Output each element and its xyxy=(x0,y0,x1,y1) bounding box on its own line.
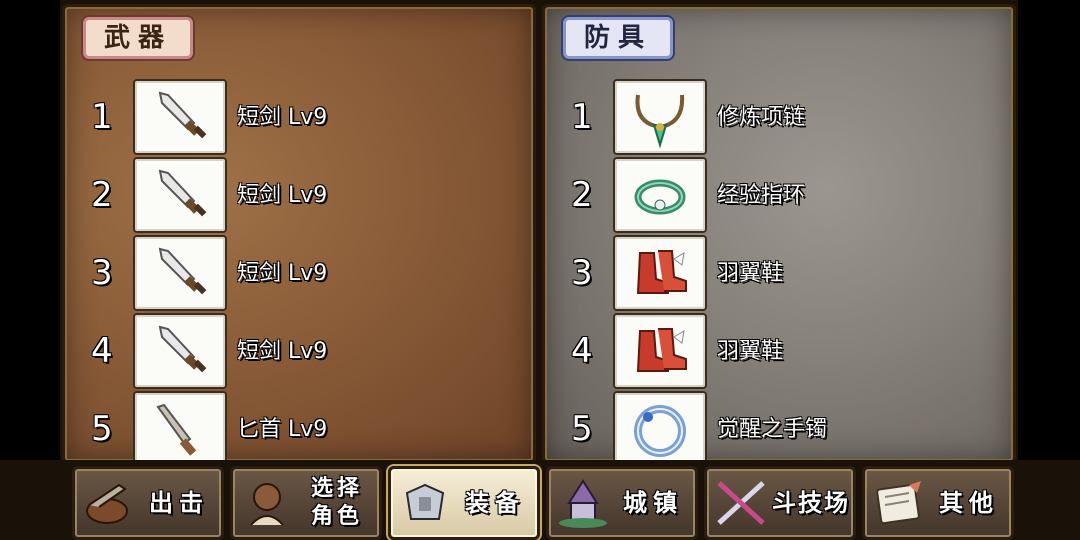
necklace-icon xyxy=(613,79,707,155)
equipment-icon xyxy=(405,483,445,520)
weapons-panel: 武器 1 短剑 Lv9 2 短剑 Lv9 3 短剑 Lv9 4 短剑 Lv9 5… xyxy=(62,4,536,464)
slot-number: 2 xyxy=(91,175,113,215)
bracelet-icon xyxy=(613,391,707,461)
short-sword-icon xyxy=(133,79,227,155)
armor-slot-2[interactable]: 2 经验指环 xyxy=(545,157,1013,233)
sortie-icon xyxy=(86,483,128,524)
ring-icon xyxy=(613,157,707,233)
short-sword-icon xyxy=(133,313,227,389)
slot-number: 1 xyxy=(91,97,113,137)
weapon-slot-3[interactable]: 3 短剑 Lv9 xyxy=(65,235,533,311)
game-screen: 武器 1 短剑 Lv9 2 短剑 Lv9 3 短剑 Lv9 4 短剑 Lv9 5… xyxy=(0,0,1080,540)
item-label: 短剑 Lv9 xyxy=(237,105,328,130)
item-label: 匕首 Lv9 xyxy=(237,417,328,442)
short-sword-icon xyxy=(133,157,227,233)
item-label: 短剑 Lv9 xyxy=(237,339,328,364)
arena-icon xyxy=(717,481,765,525)
other-icon xyxy=(876,481,921,525)
nav-arena-button[interactable]: 斗技场 xyxy=(704,466,856,540)
slot-number: 5 xyxy=(91,409,113,449)
winged-boots-icon xyxy=(613,313,707,389)
nav-label: 装备 xyxy=(465,489,525,517)
dagger-icon xyxy=(133,391,227,461)
nav-label: 斗技场 xyxy=(772,489,850,517)
item-label: 修炼项链 xyxy=(717,105,806,130)
armor-slot-4[interactable]: 4 羽翼鞋 xyxy=(545,313,1013,389)
character-select-icon xyxy=(250,483,284,526)
slot-number: 1 xyxy=(571,97,593,137)
nav-sortie-button[interactable]: 出击 xyxy=(72,466,224,540)
armor-title: 防具 xyxy=(563,17,674,59)
nav-equipment-button[interactable]: 装备 xyxy=(388,466,540,540)
slot-number: 3 xyxy=(571,253,593,293)
item-label: 经验指环 xyxy=(717,183,806,208)
item-label: 羽翼鞋 xyxy=(717,339,784,364)
winged-boots-icon xyxy=(613,235,707,311)
weapon-slot-4[interactable]: 4 短剑 Lv9 xyxy=(65,313,533,389)
nav-label: 出击 xyxy=(149,489,209,517)
weapons-title: 武器 xyxy=(83,17,194,59)
item-label: 觉醒之手镯 xyxy=(717,417,828,442)
town-icon xyxy=(559,479,607,528)
slot-number: 4 xyxy=(91,331,113,371)
armor-slot-3[interactable]: 3 羽翼鞋 xyxy=(545,235,1013,311)
letterbox-left xyxy=(0,0,60,540)
bottom-nav: 出击 选择 角色 装备 城镇 斗技场 其他 xyxy=(0,460,1080,540)
armor-slot-1[interactable]: 1 修炼项链 xyxy=(545,79,1013,155)
slot-number: 3 xyxy=(91,253,113,293)
nav-character-select-button[interactable]: 选择 角色 xyxy=(230,466,382,540)
short-sword-icon xyxy=(133,235,227,311)
weapon-slot-1[interactable]: 1 短剑 Lv9 xyxy=(65,79,533,155)
nav-town-button[interactable]: 城镇 xyxy=(546,466,698,540)
weapon-slot-2[interactable]: 2 短剑 Lv9 xyxy=(65,157,533,233)
armor-slot-5[interactable]: 5 觉醒之手镯 xyxy=(545,391,1013,461)
item-label: 短剑 Lv9 xyxy=(237,261,328,286)
item-label: 短剑 Lv9 xyxy=(237,183,328,208)
slot-number: 5 xyxy=(571,409,593,449)
letterbox-right xyxy=(1018,0,1080,540)
nav-label: 其他 xyxy=(939,489,999,517)
weapon-slot-5[interactable]: 5 匕首 Lv9 xyxy=(65,391,533,461)
item-label: 羽翼鞋 xyxy=(717,261,784,286)
nav-label: 选择 角色 xyxy=(310,476,363,529)
nav-label: 城镇 xyxy=(623,489,683,517)
slot-number: 4 xyxy=(571,331,593,371)
slot-number: 2 xyxy=(571,175,593,215)
armor-panel: 防具 1 修炼项链 2 经验指环 3 羽翼鞋 4 羽翼鞋 5 觉醒之手镯 xyxy=(542,4,1016,464)
nav-other-button[interactable]: 其他 xyxy=(862,466,1014,540)
